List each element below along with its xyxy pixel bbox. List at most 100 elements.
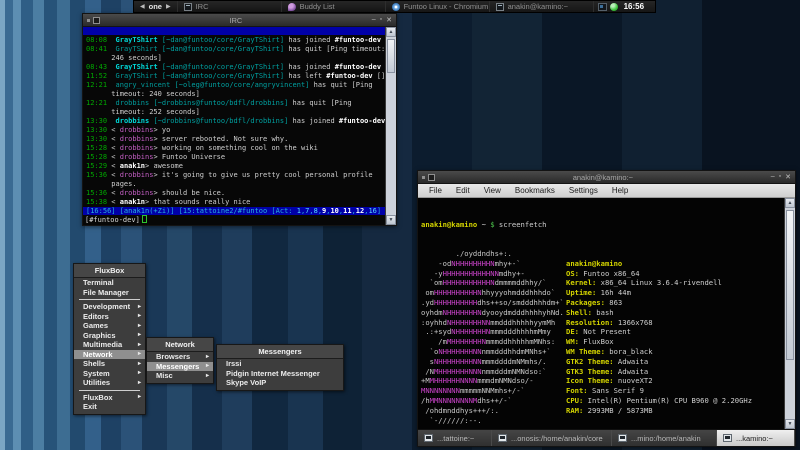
ascii-art-line: `omHHHHHHHHHHHNdmmmmddhhy/` xyxy=(421,278,566,288)
text-segment: > should be nice. xyxy=(153,189,225,197)
minimize-icon[interactable]: – xyxy=(372,16,376,24)
text-segment: 08:41 xyxy=(86,45,107,53)
maximize-icon[interactable]: ▫ xyxy=(380,16,382,24)
text-segment: > it's going to give us pretty cool pers… xyxy=(153,171,372,179)
text-segment: timeout: 252 seconds] xyxy=(86,108,200,116)
ascii-art-line: /NMHHHHHHHNNNnmmdddmNMNdso:` xyxy=(421,367,566,377)
menu-item-skype-voip[interactable]: Skype VoIP xyxy=(217,378,343,388)
chat-line: 15:28 < drobbins> working on something c… xyxy=(86,144,385,153)
scroll-down-icon[interactable]: ▼ xyxy=(785,419,795,429)
irc-scrollbar-thumb[interactable] xyxy=(387,39,395,73)
menu-item-label: Multimedia xyxy=(83,340,122,349)
menu-item-system[interactable]: System▸ xyxy=(74,369,145,379)
chat-line: 13:30 < drobbins> yo xyxy=(86,126,385,135)
screenfetch-info-row: WM Theme: bora_black xyxy=(566,347,752,357)
tab-label: ...tattoine:~ xyxy=(437,434,474,443)
terminal-scrollbar-thumb[interactable] xyxy=(786,210,794,360)
ascii-art-line: -yHHHHHHHHHHHNNmdhy+- xyxy=(421,269,566,279)
menu-item-label: Skype VoIP xyxy=(226,378,266,387)
status-available-icon[interactable] xyxy=(610,3,618,11)
terminal-titlebar[interactable]: anakin@kamino:~ – ▫ ✕ xyxy=(418,171,795,184)
close-icon[interactable]: ✕ xyxy=(386,16,392,24)
text-segment xyxy=(107,63,115,71)
menu-view[interactable]: View xyxy=(477,186,508,195)
workspace-prev-icon[interactable]: ◀ xyxy=(140,3,145,10)
terminal-tab-mino-home-anakin[interactable]: ...mino:/home/anakin xyxy=(612,430,717,446)
taskbar-item-label: Funtoo Linux - Chromium xyxy=(404,2,489,11)
scroll-up-icon[interactable]: ▲ xyxy=(386,27,396,37)
window-menu-icon[interactable] xyxy=(87,19,90,22)
menu-item-messengers[interactable]: Messengers▸ xyxy=(147,362,213,372)
maximize-icon[interactable]: ▫ xyxy=(779,173,781,181)
screenfetch-info-row: Uptime: 16h 44m xyxy=(566,288,752,298)
menu-item-editors[interactable]: Editors▸ xyxy=(74,312,145,322)
menu-item-exit[interactable]: Exit xyxy=(74,402,145,412)
text-segment: anak1n xyxy=(120,198,145,206)
text-segment xyxy=(107,36,115,44)
scroll-up-icon[interactable]: ▲ xyxy=(785,198,795,208)
menu-item-network[interactable]: Network▸ xyxy=(74,350,145,360)
screenfetch-info-row: GTK2 Theme: Adwaita xyxy=(566,357,752,367)
menu-item-label: Shells xyxy=(83,359,105,368)
text-segment: < xyxy=(107,162,120,170)
taskbar-item-irc[interactable]: IRC xyxy=(177,1,281,12)
taskbar-item-buddy-list[interactable]: Buddy List xyxy=(281,1,385,12)
menu-item-fluxbox[interactable]: FluxBox▸ xyxy=(74,393,145,403)
taskbar-item-funtoo-linux-chromium[interactable]: Funtoo Linux - Chromium xyxy=(385,1,489,12)
terminal-scrollbar-track[interactable] xyxy=(785,208,795,419)
menu-item-file-manager[interactable]: File Manager xyxy=(74,288,145,298)
text-segment: #funtoo-dev xyxy=(335,36,381,44)
menu-item-label: System xyxy=(83,369,110,378)
menu-bookmarks[interactable]: Bookmarks xyxy=(508,186,562,195)
menu-help[interactable]: Help xyxy=(605,186,635,195)
system-tray xyxy=(593,1,622,12)
taskbar-item-label: anakin@kamino:~ xyxy=(508,2,568,11)
menu-item-shells[interactable]: Shells▸ xyxy=(74,359,145,369)
submenu-arrow-icon: ▸ xyxy=(138,394,141,400)
menu-item-terminal[interactable]: Terminal xyxy=(74,278,145,288)
irc-window-icons xyxy=(87,17,100,24)
scroll-down-icon[interactable]: ▼ xyxy=(386,215,396,225)
monitor-tray-icon[interactable] xyxy=(598,3,607,11)
text-segment: has joined xyxy=(284,63,335,71)
submenu-arrow-icon: ▸ xyxy=(138,332,141,338)
text-segment: has quit [Ping xyxy=(309,81,372,89)
menu-file[interactable]: File xyxy=(422,186,449,195)
menu-item-games[interactable]: Games▸ xyxy=(74,321,145,331)
text-segment: #funtoo-dev xyxy=(335,63,381,71)
screenfetch-info-row: Shell: bash xyxy=(566,308,752,318)
text-segment: [~drobbins@funtoo/bdfl/drobbins] xyxy=(149,117,288,125)
ascii-art-line: omHHHHHHHHHHNhhyyyohmdddhhhdo` xyxy=(421,288,566,298)
menu-item-graphics[interactable]: Graphics▸ xyxy=(74,331,145,341)
window-menu-icon[interactable] xyxy=(422,176,425,179)
irc-titlebar[interactable]: IRC – ▫ ✕ xyxy=(83,14,396,27)
workspace-next-icon[interactable]: ▶ xyxy=(166,3,171,10)
menu-item-pidgin-internet-messenger[interactable]: Pidgin Internet Messenger xyxy=(217,369,343,379)
shell-prompt: anakin@kamino ~ $ screenfetch xyxy=(421,220,784,230)
text-segment: 15:36 xyxy=(86,189,107,197)
irc-scrollbar-track[interactable] xyxy=(386,37,396,215)
terminal-tab-onosis-home-anakin-core[interactable]: ...onosis:/home/anakin/core xyxy=(492,430,612,446)
menu-item-misc[interactable]: Misc▸ xyxy=(147,371,213,381)
menu-item-multimedia[interactable]: Multimedia▸ xyxy=(74,340,145,350)
terminal-tab-tattoine[interactable]: ...tattoine:~ xyxy=(418,430,492,446)
terminal-scrollbar[interactable]: ▲ ▼ xyxy=(784,198,795,429)
taskbar-item-anakin-kamino[interactable]: anakin@kamino:~ xyxy=(489,1,593,12)
minimize-icon[interactable]: – xyxy=(771,173,775,181)
close-icon[interactable]: ✕ xyxy=(785,173,791,181)
text-segment: anak1n xyxy=(120,162,145,170)
text-segment: drobbins xyxy=(120,144,154,152)
menu-item-development[interactable]: Development▸ xyxy=(74,302,145,312)
menu-item-browsers[interactable]: Browsers▸ xyxy=(147,352,213,362)
menu-settings[interactable]: Settings xyxy=(562,186,605,195)
text-segment: [~oleg@funtoo/core/angryvincent] xyxy=(170,81,309,89)
menu-edit[interactable]: Edit xyxy=(449,186,477,195)
chat-line: pages. xyxy=(86,180,385,189)
text-segment: [] xyxy=(373,72,385,80)
irc-input-line[interactable]: [#funtoo-dev] xyxy=(83,215,385,225)
irc-scrollbar[interactable]: ▲ ▼ xyxy=(385,27,396,225)
terminal-tab-kamino[interactable]: ...kamino:~ xyxy=(717,430,795,446)
menu-item-irssi[interactable]: Irssi xyxy=(217,359,343,369)
screenfetch-info-row: GTK3 Theme: Adwaita xyxy=(566,367,752,377)
menu-item-utilities[interactable]: Utilities▸ xyxy=(74,378,145,388)
